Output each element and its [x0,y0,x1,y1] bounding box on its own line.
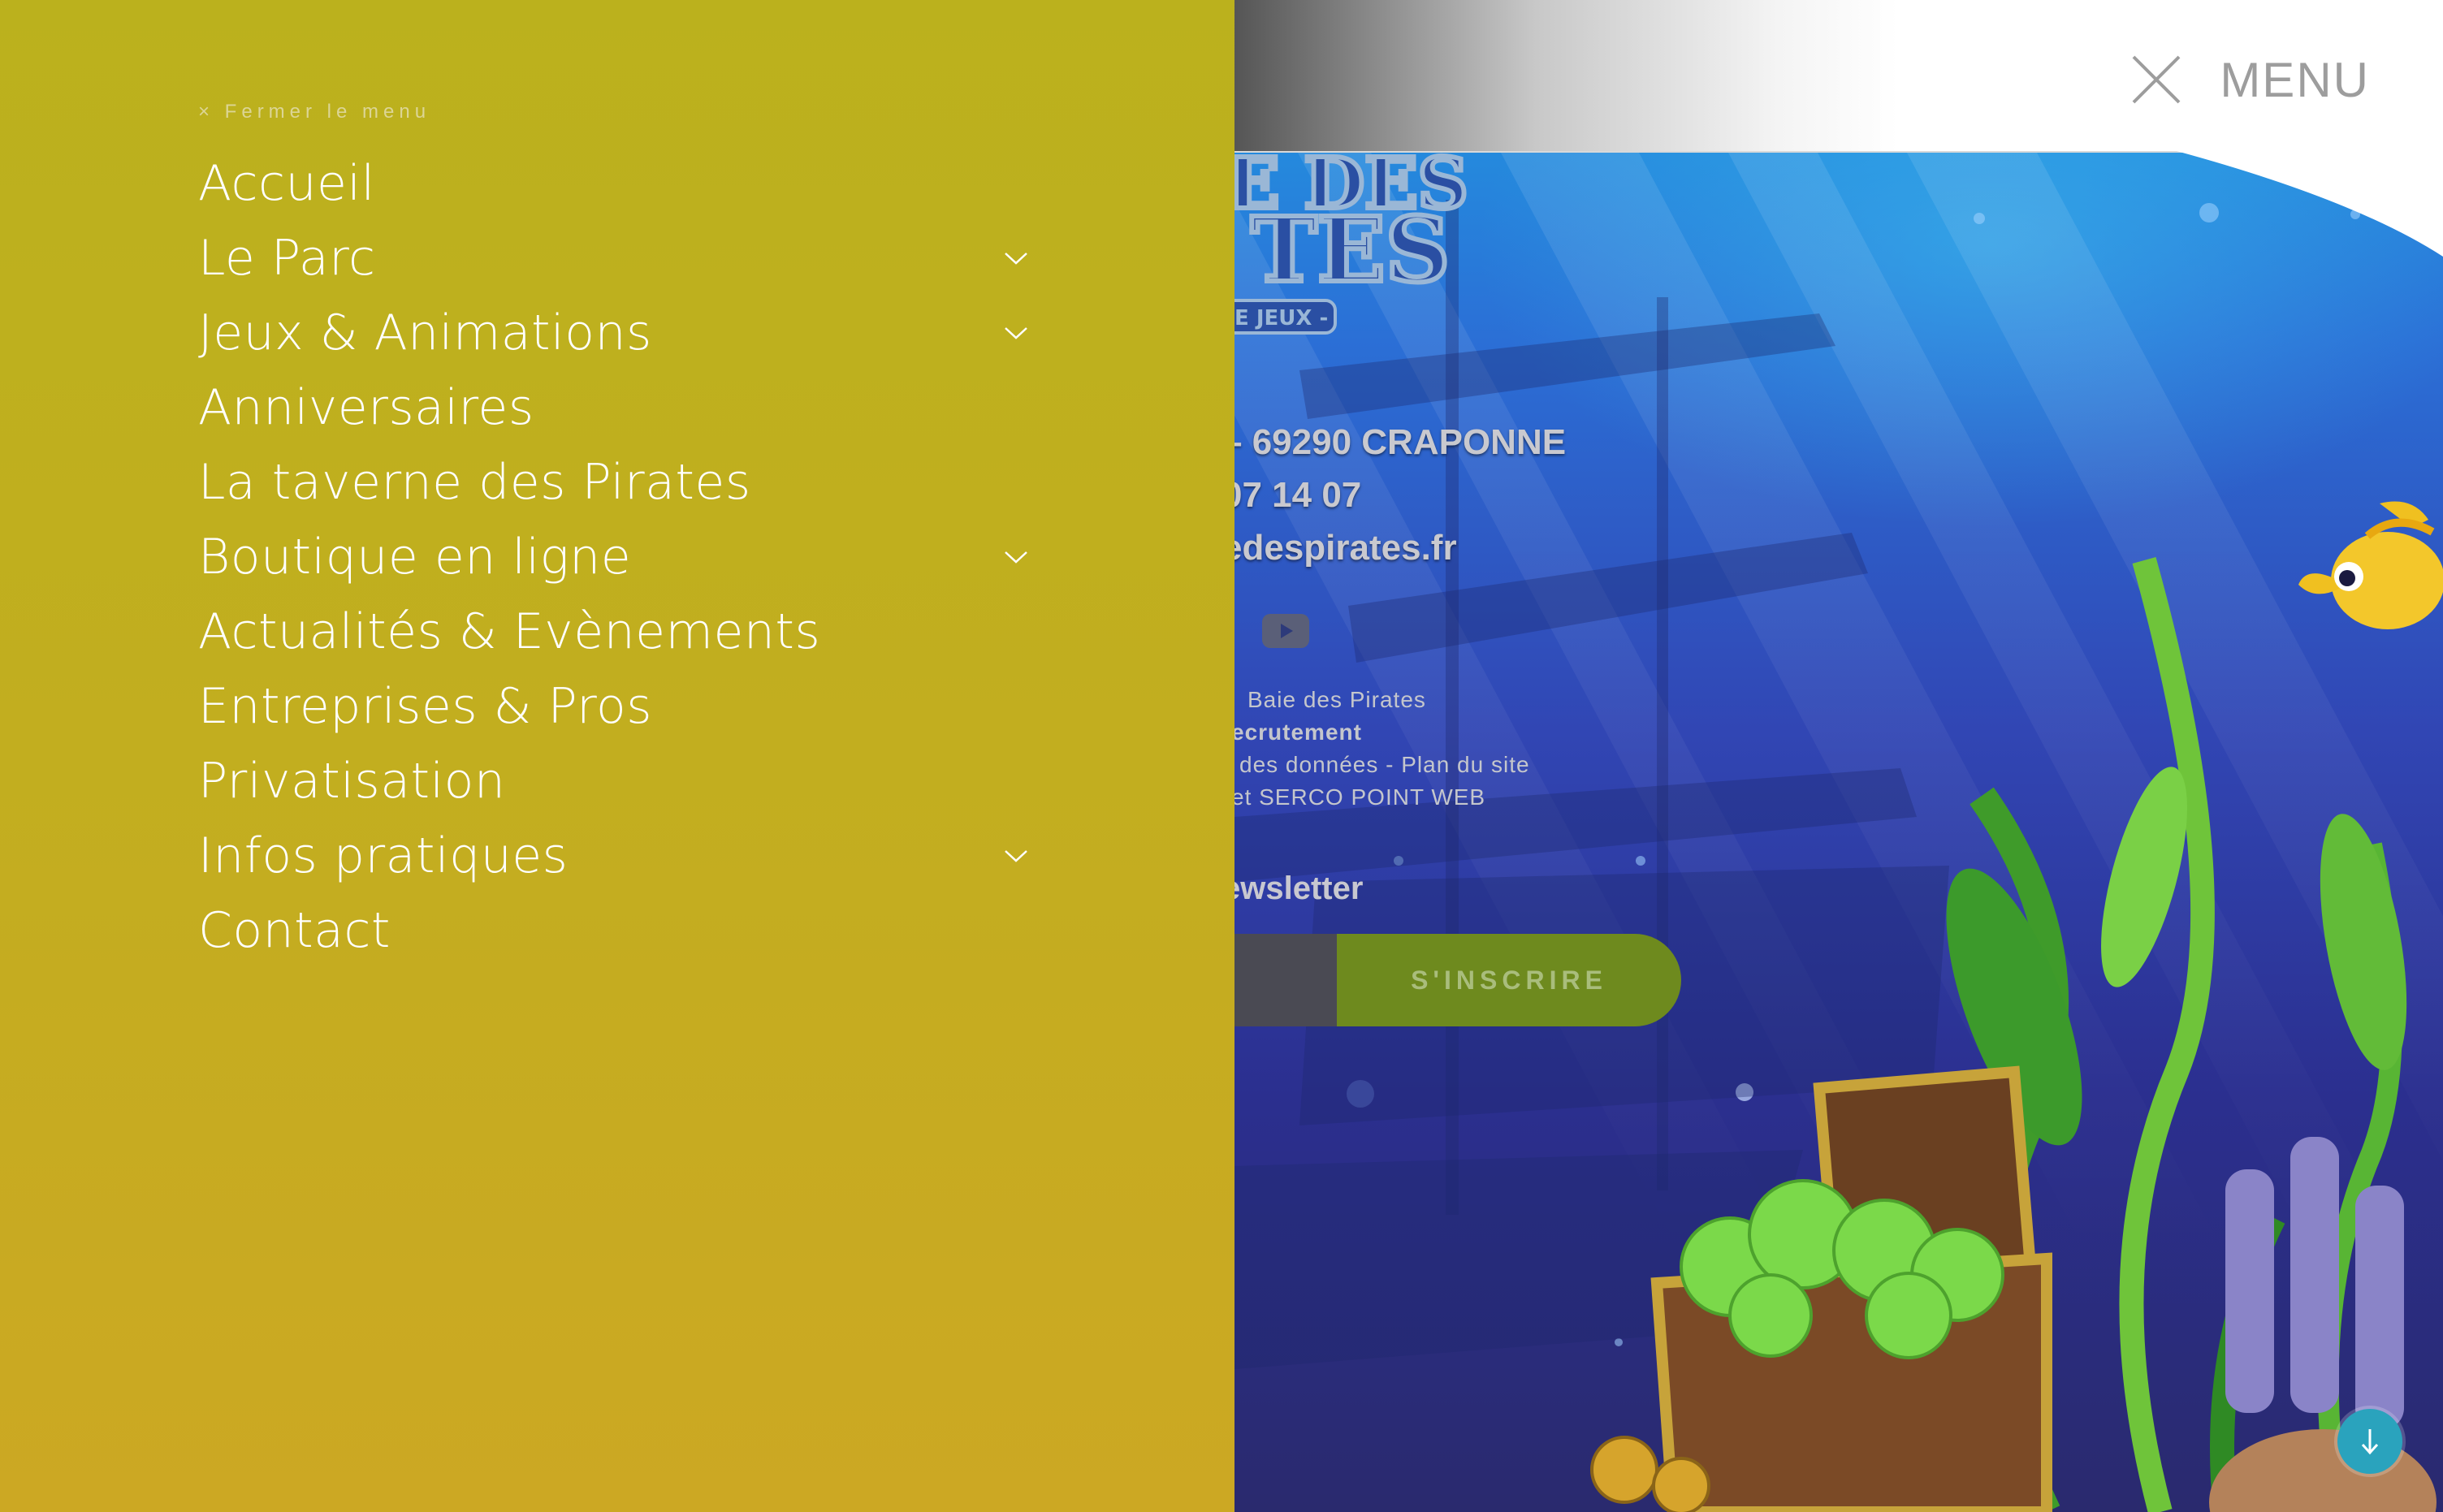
footer-link[interactable]: ecrutement [1231,719,1362,745]
nav-item-boutique[interactable]: Boutique en ligne [198,520,1035,594]
arrow-down-icon [2361,1429,2379,1455]
logo-text-2: TES [1251,197,1450,302]
newsletter-title: ewsletter [1222,870,1364,906]
side-menu-panel: × Fermer le menu Accueil Le Parc Jeux & … [0,0,1234,1512]
nav-item-le-parc[interactable]: Le Parc [198,221,1035,296]
nav-item-jeux-animations[interactable]: Jeux & Animations [198,296,1035,370]
nav-item-label: Jeux & Animations [198,305,652,361]
nav-item-taverne[interactable]: La taverne des Pirates [198,445,1035,520]
nav-item-label: La taverne des Pirates [198,454,751,511]
nav-item-label: Le Parc [198,230,376,287]
close-icon [2132,55,2181,104]
nav-item-actualites[interactable]: Actualités & Evènements [198,594,1035,669]
park-logo: E DES TES E JEUX - [1223,151,1471,335]
logo-tagline: E JEUX - [1234,306,1328,330]
nav-item-label: Anniversaires [198,379,534,436]
nav-item-infos-pratiques[interactable]: Infos pratiques [198,819,1035,893]
nav-item-label: Infos pratiques [198,827,569,884]
nav-item-entreprises[interactable]: Entreprises & Pros [198,669,1035,744]
nav-item-label: Contact [198,902,391,959]
menu-toggle-label: MENU [2220,52,2370,107]
chevron-down-icon[interactable] [1004,325,1028,341]
nav-item-label: Privatisation [198,753,506,810]
nav-item-contact[interactable]: Contact [198,893,1035,968]
footer-phone[interactable]: 07 14 07 [1222,475,1361,516]
chevron-down-icon[interactable] [1004,250,1028,266]
footer-address: – 69290 CRAPONNE [1222,422,1567,462]
nav-item-privatisation[interactable]: Privatisation [198,744,1035,819]
main-navigation: Accueil Le Parc Jeux & Animations Annive… [198,146,1035,968]
footer-link[interactable]: Baie des Pirates [1247,687,1426,713]
footer-website[interactable]: edespirates.fr [1222,528,1457,568]
footer-link[interactable]: et SERCO POINT WEB [1231,784,1485,810]
nav-item-accueil[interactable]: Accueil [198,146,1035,221]
youtube-icon[interactable] [1262,614,1309,648]
scroll-down-button[interactable] [2337,1409,2402,1474]
treasure-chest-illustration [1590,556,2437,1512]
menu-toggle[interactable]: MENU [2130,47,2370,112]
nav-item-anniversaires[interactable]: Anniversaires [198,370,1035,445]
header-wave-shape [2144,151,2443,257]
footer-link[interactable]: des données - Plan du site [1239,752,1530,778]
chevron-down-icon[interactable] [1004,549,1028,565]
nav-item-label: Entreprises & Pros [198,678,652,735]
nav-item-label: Accueil [198,155,375,212]
close-menu-link[interactable]: × Fermer le menu [198,101,430,123]
chevron-down-icon[interactable] [1004,848,1028,864]
nav-item-label: Boutique en ligne [198,529,632,585]
nav-item-label: Actualités & Evènements [198,603,821,660]
